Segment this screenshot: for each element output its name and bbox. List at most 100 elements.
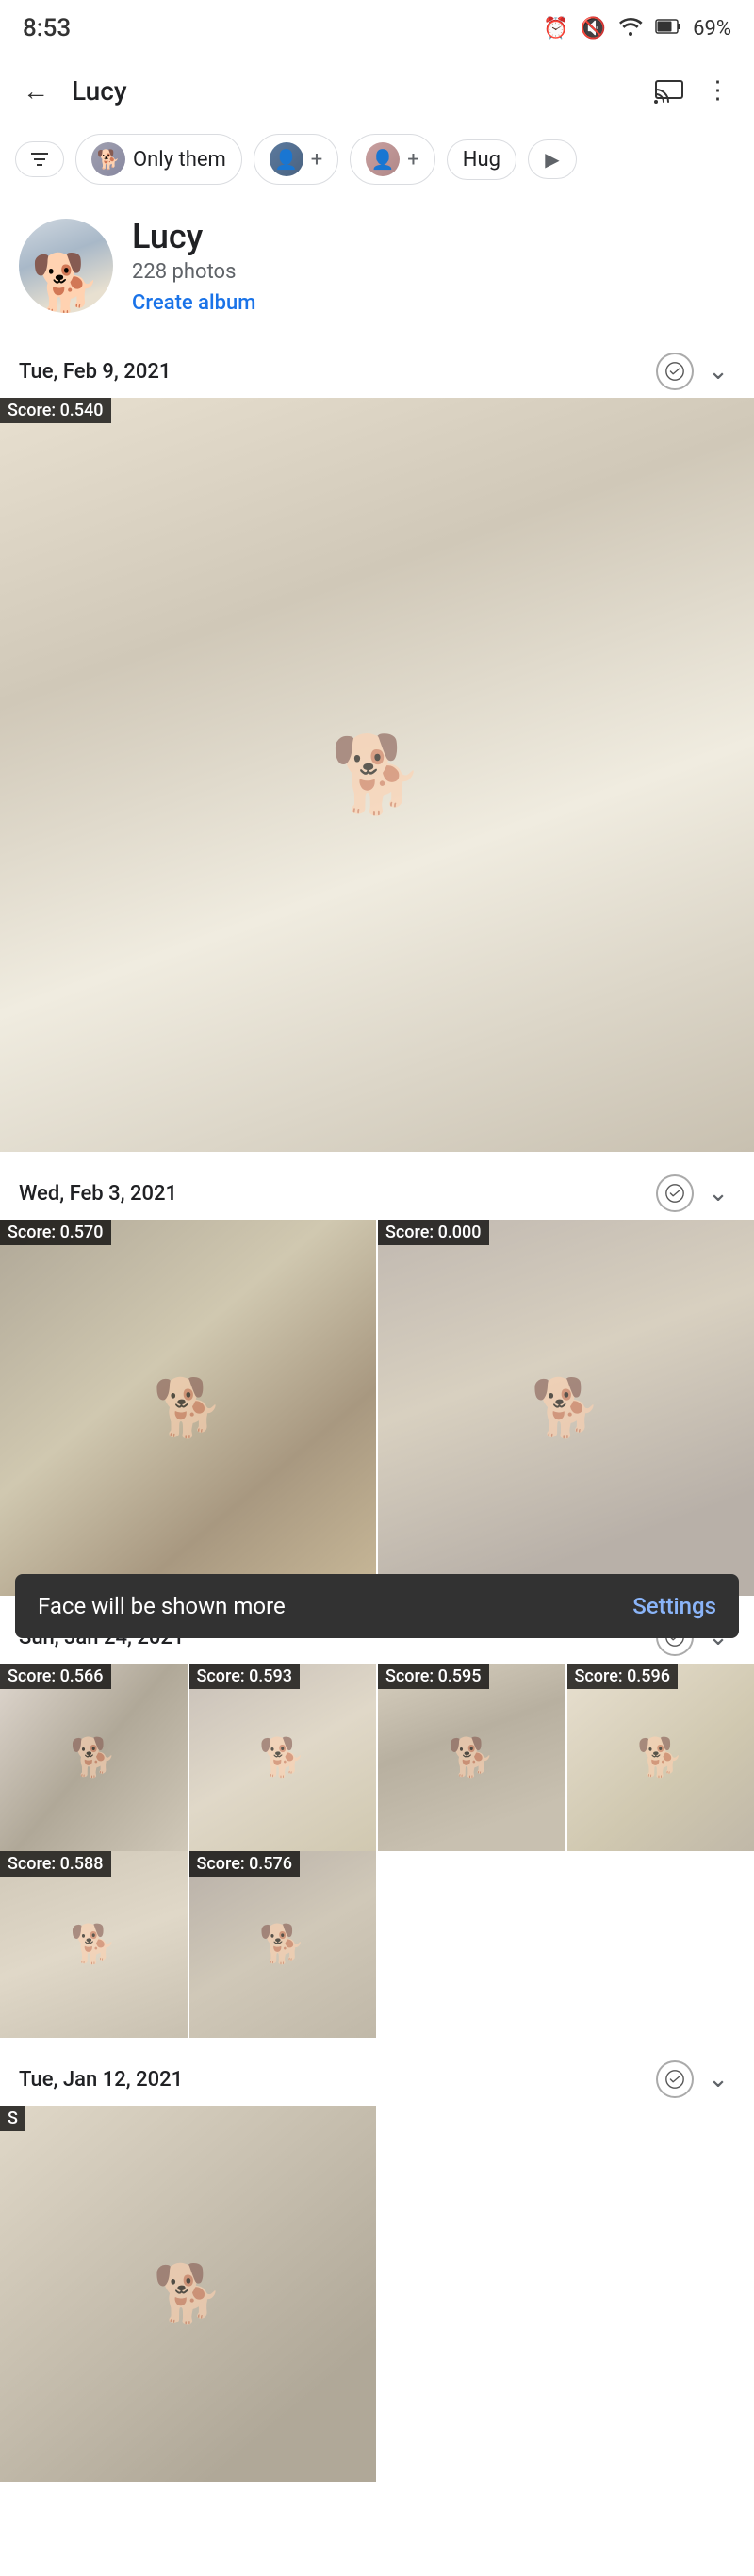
more-options-icon: ⋮ (706, 76, 731, 105)
section-check-1[interactable] (656, 1174, 694, 1212)
section-1: Wed, Feb 3, 2021⌄ 🐕 Score: 0.570 🐕 Score: 0.… (0, 1152, 754, 1596)
section-date-3: Tue, Jan 12, 2021 (19, 2068, 656, 2092)
alarm-icon: ⏰ (543, 17, 568, 41)
photo-item-2-2[interactable]: 🐕 Score: 0.595 (378, 1664, 566, 1851)
score-badge-2-2: Score: 0.595 (378, 1664, 489, 1689)
section-chevron-0[interactable]: ⌄ (701, 357, 735, 386)
cast-icon (654, 77, 684, 104)
photo-item-3-0[interactable]: 🐕S (0, 2106, 376, 2482)
album-count: 228 photos (132, 260, 735, 284)
mute-icon: 🔇 (581, 17, 606, 41)
photo-bg-2-2: 🐕 (378, 1664, 566, 1851)
score-badge-2-0: Score: 0.566 (0, 1664, 111, 1689)
chip-avatar-dog: 🐕 (91, 142, 125, 176)
photo-placeholder-1-1: 🐕 (531, 1374, 601, 1441)
filter-button[interactable] (15, 141, 64, 177)
dog-thumbnail-icon: 🐕 (31, 250, 102, 313)
photo-grid-3: 🐕S (0, 2106, 754, 2482)
play-chip[interactable]: ▶ (528, 139, 577, 179)
photo-placeholder-2-0: 🐕 (70, 1735, 117, 1780)
album-thumbnail: 🐕 (19, 219, 113, 313)
filter-icon (29, 150, 50, 169)
photo-grid-2-row1: 🐕Score: 0.566🐕Score: 0.593🐕Score: 0.595🐕… (0, 1664, 754, 1851)
section-chevron-3[interactable]: ⌄ (701, 2065, 735, 2093)
snackbar-action-button[interactable]: Settings (632, 1593, 716, 1619)
status-bar: 8:53 ⏰ 🔇 69% (0, 0, 754, 57)
section-header-1: Wed, Feb 3, 2021⌄ (0, 1159, 754, 1220)
section-check-0[interactable] (656, 353, 694, 390)
snackbar: Face will be shown more Settings (15, 1574, 739, 1638)
battery-text: 69% (693, 17, 731, 41)
section-check-3[interactable] (656, 2060, 694, 2098)
top-bar: ← Lucy ⋮ (0, 57, 754, 124)
photo-placeholder-0-0: 🐕 (330, 730, 424, 819)
back-button[interactable]: ← (15, 70, 57, 111)
status-time: 8:53 (23, 14, 71, 42)
page-title: Lucy (72, 75, 633, 107)
photo-placeholder-3-0: 🐕 (153, 2260, 223, 2327)
photo-placeholder-1-0: 🐕 (153, 1374, 223, 1441)
photo-item-2-4[interactable]: 🐕 Score: 0.588 (0, 1851, 188, 2039)
section-chevron-1[interactable]: ⌄ (701, 1179, 735, 1207)
cast-button[interactable] (648, 70, 690, 111)
photo-placeholder-2-3: 🐕 (637, 1735, 684, 1780)
photo-item-2-0[interactable]: 🐕 Score: 0.566 (0, 1664, 188, 1851)
section-3: Tue, Jan 12, 2021⌄🐕S (0, 2038, 754, 2482)
photo-placeholder-2-4: 🐕 (70, 1922, 117, 1966)
album-header: 🐕 Lucy 228 photos Create album (0, 194, 754, 330)
person1-add-icon: + (311, 148, 322, 172)
photo-placeholder-2-2: 🐕 (448, 1735, 495, 1780)
create-album-button[interactable]: Create album (132, 291, 735, 315)
photo-item-2-5[interactable]: 🐕Score: 0.576 (189, 1851, 377, 2039)
hug-chip[interactable]: Hug (447, 139, 516, 180)
photo-placeholder-2-1: 🐕 (259, 1735, 306, 1780)
photo-bg-2-3: 🐕 (567, 1664, 754, 1851)
status-icons: ⏰ 🔇 69% (543, 15, 731, 41)
only-them-label: Only them (133, 148, 226, 172)
only-them-chip[interactable]: 🐕 Only them (75, 134, 242, 185)
album-name: Lucy (132, 217, 735, 256)
photo-bg-1-1: 🐕 (378, 1220, 754, 1596)
section-0: Tue, Feb 9, 2021 ⌄ 🐕 Score: 0.540 (0, 330, 754, 1152)
top-bar-actions: ⋮ (648, 70, 739, 111)
score-badge-0-0: Score: 0.540 (0, 398, 111, 423)
album-info: Lucy 228 photos Create album (132, 217, 735, 315)
play-icon: ▶ (545, 148, 559, 171)
score-badge-2-3: Score: 0.596 (567, 1664, 679, 1689)
section-date-0: Tue, Feb 9, 2021 (19, 360, 656, 384)
photo-grid-2-row2: 🐕 Score: 0.588 🐕Score: 0.576 (0, 1851, 754, 2039)
person2-chip[interactable]: 👤 + (350, 134, 434, 185)
photo-bg-2-1: 🐕 (189, 1664, 377, 1851)
filter-row: 🐕 Only them 👤 + 👤 + Hug ▶ (0, 124, 754, 194)
score-badge-3-0: S (0, 2106, 25, 2131)
section-header-0: Tue, Feb 9, 2021 ⌄ (0, 337, 754, 398)
score-badge-1-0: Score: 0.570 (0, 1220, 111, 1245)
chip-avatar-person1: 👤 (270, 142, 303, 176)
hug-label: Hug (463, 148, 500, 172)
section-header-3: Tue, Jan 12, 2021 ⌄ (0, 2045, 754, 2106)
photo-item-1-1[interactable]: 🐕 Score: 0.000 (378, 1220, 754, 1596)
photo-bg-2-4: 🐕 (0, 1851, 188, 2039)
photo-item-2-3[interactable]: 🐕 Score: 0.596 (567, 1664, 754, 1851)
photo-item-2-1[interactable]: 🐕 Score: 0.593 (189, 1664, 377, 1851)
photo-grid-1: 🐕 Score: 0.570 🐕 Score: 0.000 (0, 1220, 754, 1596)
chip-avatar-person2: 👤 (366, 142, 400, 176)
snackbar-message: Face will be shown more (38, 1593, 632, 1619)
person1-chip[interactable]: 👤 + (254, 134, 338, 185)
photo-bg-0-0: 🐕 (0, 398, 754, 1152)
wifi-icon (617, 15, 644, 41)
photo-grid-0: 🐕 Score: 0.540 (0, 398, 754, 1152)
battery-icon (655, 17, 681, 41)
back-arrow-icon: ← (23, 75, 49, 107)
photo-bg-2-5: 🐕 (189, 1851, 377, 2039)
person2-add-icon: + (407, 148, 418, 172)
score-badge-2-4: Score: 0.588 (0, 1851, 111, 1877)
photo-item-0-0[interactable]: 🐕 Score: 0.540 (0, 398, 754, 1152)
photo-bg-3-0: 🐕 (0, 2106, 376, 2482)
section-2: Sun, Jan 24, 2021⌄🐕Score: 0.566🐕Score: 0… (0, 1596, 754, 2038)
score-badge-2-1: Score: 0.593 (189, 1664, 301, 1689)
more-options-button[interactable]: ⋮ (697, 70, 739, 111)
album-thumb-inner: 🐕 (19, 219, 113, 313)
score-badge-1-1: Score: 0.000 (378, 1220, 489, 1245)
photo-item-1-0[interactable]: 🐕 Score: 0.570 (0, 1220, 376, 1596)
